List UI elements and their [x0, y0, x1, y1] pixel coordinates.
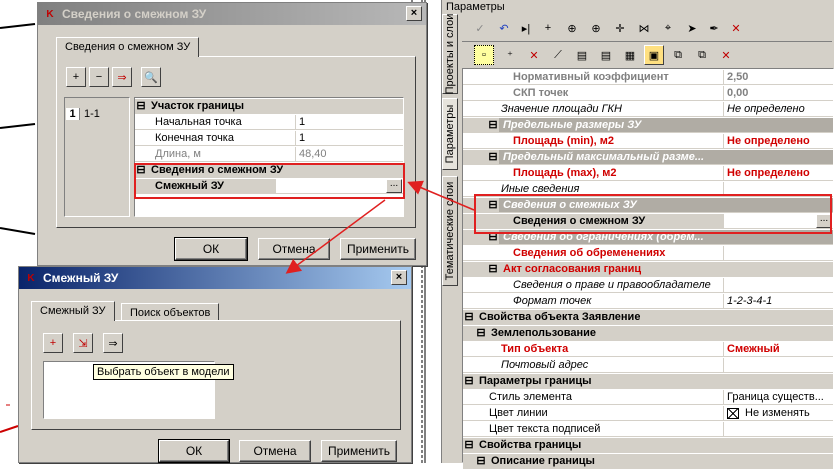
- split-icon[interactable]: ⋈: [634, 18, 654, 38]
- cancel-button[interactable]: Отмена: [258, 238, 330, 260]
- tooltip: Выбрать объект в модели: [93, 364, 234, 380]
- prop-cat-limit-sizes[interactable]: ⊟ Предельные размеры ЗУ: [463, 118, 833, 133]
- collapse-icon[interactable]: ⊟: [487, 262, 499, 276]
- tab-adjacent-parcel[interactable]: Смежный ЗУ: [31, 301, 115, 321]
- prop-row-postal-address[interactable]: Почтовый адрес: [463, 358, 833, 373]
- arrow-icon[interactable]: ➤: [682, 18, 702, 38]
- table-edit-icon[interactable]: ▦: [620, 45, 640, 65]
- copy-object-icon[interactable]: ⧉: [668, 45, 688, 65]
- snap-icon[interactable]: ✛: [610, 18, 630, 38]
- list-item[interactable]: 1 1-1: [66, 106, 128, 122]
- prop-row-line-color[interactable]: Цвет линии Не изменять: [463, 406, 833, 421]
- prop-row-label-color[interactable]: Цвет текста подписей: [463, 422, 833, 437]
- collapse-icon[interactable]: ⊟: [475, 454, 487, 468]
- prop-row-point-format[interactable]: Формат точек 1-2-3-4-1: [463, 294, 833, 309]
- prop-row-area-min[interactable]: Площадь (min), м2 Не определено: [463, 134, 833, 149]
- tab-projects-layers[interactable]: Проекты и слои: [442, 14, 458, 94]
- prop-cat-boundary-props[interactable]: ⊟ Свойства границы: [463, 438, 833, 453]
- adjacent-dialog-title: Сведения о смежном ЗУ: [62, 7, 207, 21]
- adjacent-dialog-titlebar[interactable]: K Сведения о смежном ЗУ ×: [38, 3, 426, 25]
- segment-list[interactable]: 1 1-1: [64, 97, 130, 217]
- target-icon[interactable]: ⊕: [562, 18, 582, 38]
- collapse-icon[interactable]: ⊟: [475, 326, 487, 340]
- move-object-icon[interactable]: ⧉: [692, 45, 712, 65]
- table-add-icon[interactable]: ▤: [572, 45, 592, 65]
- apply-check-icon[interactable]: ✓: [470, 18, 490, 38]
- add-object-icon[interactable]: +: [43, 333, 63, 353]
- list-item-number: 1: [66, 108, 80, 120]
- eyedropper-icon[interactable]: ✒: [704, 18, 724, 38]
- nodes-icon[interactable]: ⌖: [658, 18, 678, 38]
- segment-property-grid: ⊟ Участок границы Начальная точка 1 Коне…: [134, 97, 404, 217]
- params-toolbar-1: ✓ ↶ ▸| + ⊕ ⊕ ✛ ⋈ ⌖ ➤ ✒ ✕: [462, 14, 832, 42]
- pick-object-icon[interactable]: ⇲: [73, 333, 93, 353]
- close-icon[interactable]: ×: [391, 270, 407, 285]
- close-icon[interactable]: ×: [406, 6, 422, 21]
- prop-row-rmse[interactable]: СКП точек 0,00: [463, 86, 833, 101]
- target-move-icon[interactable]: ⊕: [586, 18, 606, 38]
- params-toolbar-2: ▫ ⁺ ✕ ⟋ ▤ ▤ ▦ ▣ ⧉ ⧉ ✕: [462, 42, 832, 68]
- grid-row-start-point[interactable]: Начальная точка 1: [135, 115, 403, 130]
- ok-button[interactable]: ОК: [174, 237, 248, 261]
- tab-adjacent-info[interactable]: Сведения о смежном ЗУ: [56, 37, 200, 57]
- add-boundary-icon[interactable]: +: [66, 67, 86, 87]
- prop-cat-boundary-desc[interactable]: ⊟ Описание границы: [463, 454, 833, 469]
- app-logo-icon: K: [27, 272, 35, 284]
- apply-button[interactable]: Применить: [321, 440, 397, 462]
- prop-cat-land-use[interactable]: ⊟ Землепользование: [463, 326, 833, 341]
- tab-object-search[interactable]: Поиск объектов: [121, 303, 220, 321]
- cancel-button[interactable]: Отмена: [239, 440, 311, 462]
- collapse-icon[interactable]: ⊟: [135, 99, 147, 113]
- prop-row-encumbrances[interactable]: Сведения об обременениях: [463, 246, 833, 261]
- remove-boundary-icon[interactable]: −: [89, 67, 109, 87]
- cross-icon[interactable]: +: [538, 18, 558, 38]
- search-model-icon[interactable]: 🔍: [141, 67, 161, 87]
- app-logo-icon: K: [46, 8, 54, 20]
- prop-cat-max-size[interactable]: ⊟ Предельный максимальный разме...: [463, 150, 833, 165]
- highlight-dialog-adjacent: [134, 163, 405, 199]
- object-property-grid: Нормативный коэффициент 2,50 СКП точек 0…: [462, 68, 834, 469]
- collapse-icon[interactable]: ⊟: [487, 118, 499, 132]
- prop-cat-application[interactable]: ⊟ Свойства объекта Заявление: [463, 310, 833, 325]
- tab-thematic-layers[interactable]: Тематические слои: [442, 176, 458, 286]
- list-item-label: 1-1: [84, 108, 100, 120]
- parcel-dialog-titlebar[interactable]: K Смежный ЗУ ×: [19, 267, 411, 289]
- highlight-panel-adjacent: [474, 194, 832, 234]
- grid-category-boundary[interactable]: ⊟ Участок границы: [135, 99, 403, 114]
- no-color-icon: [727, 407, 739, 419]
- line-edit-icon[interactable]: ⟋: [548, 45, 568, 65]
- collapse-icon[interactable]: ⊟: [487, 150, 499, 164]
- parcel-dialog-title: Смежный ЗУ: [43, 271, 119, 285]
- prop-row-element-style[interactable]: Стиль элемента Граница существ...: [463, 390, 833, 405]
- prop-row-rights-info[interactable]: Сведения о праве и правообладателе: [463, 278, 833, 293]
- grid-row-end-point[interactable]: Конечная точка 1: [135, 131, 403, 146]
- adjacent-info-dialog: K Сведения о смежном ЗУ × Сведения о сме…: [37, 2, 427, 266]
- ok-button[interactable]: ОК: [158, 439, 230, 463]
- collapse-icon[interactable]: ⊟: [463, 438, 475, 452]
- adjacent-parcel-dialog: K Смежный ЗУ × Смежный ЗУ Поиск объектов…: [18, 266, 412, 463]
- close-object-icon[interactable]: ✕: [716, 45, 736, 65]
- add-vertex-icon[interactable]: ⁺: [500, 45, 520, 65]
- undo-icon[interactable]: ↶: [494, 18, 514, 38]
- tab-parameters[interactable]: Параметры: [442, 98, 458, 170]
- params-panel-title: Параметры: [446, 1, 505, 13]
- prop-row-object-type[interactable]: Тип объекта Смежный: [463, 342, 833, 357]
- next-icon[interactable]: ▸|: [516, 18, 536, 38]
- prop-cat-approval-act[interactable]: ⊟ Акт согласования границ: [463, 262, 833, 277]
- select-area-icon[interactable]: ▫: [474, 45, 494, 65]
- grid-row-length: Длина, м 48,40: [135, 147, 403, 162]
- prop-row-area-max[interactable]: Площадь (max), м2 Не определено: [463, 166, 833, 181]
- prop-cat-boundary-params[interactable]: ⊟ Параметры границы: [463, 374, 833, 389]
- prop-row-gkn-area[interactable]: Значение площади ГКН Не определено: [463, 102, 833, 117]
- table-remove-icon[interactable]: ▤: [596, 45, 616, 65]
- layers-icon[interactable]: ▣: [644, 45, 664, 65]
- prop-row-coefficient[interactable]: Нормативный коэффициент 2,50: [463, 70, 833, 85]
- remove-vertex-icon[interactable]: ✕: [524, 45, 544, 65]
- boundary-arrow-icon[interactable]: ⇒: [112, 67, 132, 87]
- delete-icon[interactable]: ✕: [726, 18, 746, 38]
- select-in-model-icon[interactable]: ⇒: [103, 333, 123, 353]
- apply-button[interactable]: Применить: [340, 238, 416, 260]
- collapse-icon[interactable]: ⊟: [463, 374, 475, 388]
- collapse-icon[interactable]: ⊟: [463, 310, 475, 324]
